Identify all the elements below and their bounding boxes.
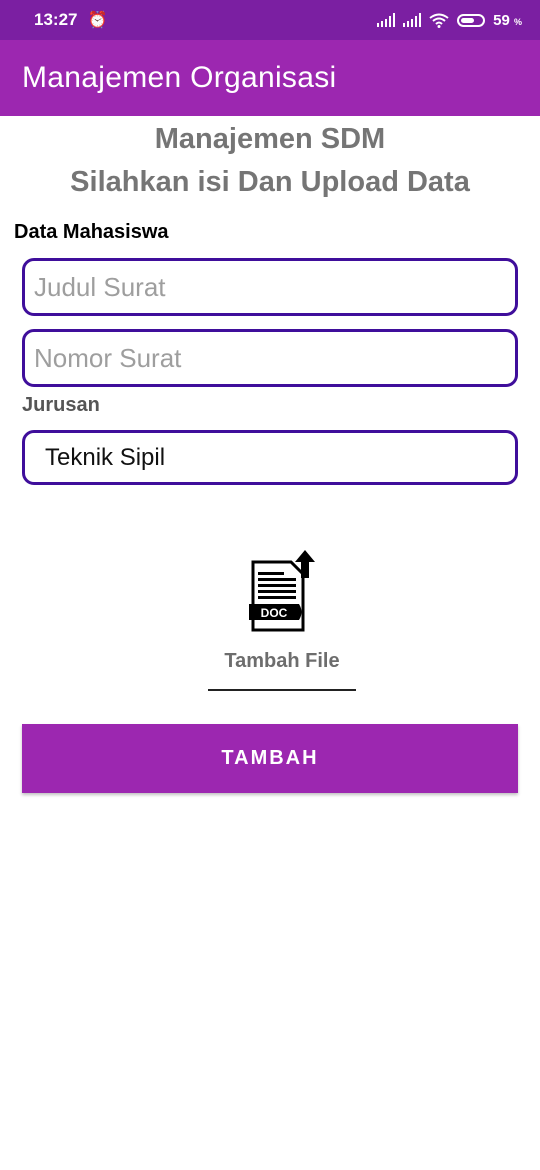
alarm-icon: ⏰ (87, 12, 108, 29)
tambah-button[interactable]: TAMBAH (22, 724, 518, 793)
tambah-file-underline (208, 689, 356, 691)
section-label: Data Mahasiswa (14, 221, 169, 243)
tambah-file-button[interactable]: Tambah File (208, 650, 356, 673)
doc-upload-icon[interactable]: DOC (247, 548, 317, 634)
doc-label: DOC (261, 606, 288, 620)
status-bar: 13:27 ⏰ 59 % (0, 0, 540, 40)
app-bar: Manajemen Organisasi (0, 40, 540, 116)
jurusan-select[interactable]: Teknik Sipil (22, 430, 518, 485)
judul-surat-placeholder: Judul Surat (34, 271, 166, 302)
signal-icon-2 (403, 13, 422, 27)
nomor-surat-input[interactable]: Nomor Surat (22, 329, 518, 387)
jurusan-label: Jurusan (22, 394, 100, 416)
nomor-surat-placeholder: Nomor Surat (34, 342, 182, 373)
jurusan-value: Teknik Sipil (45, 443, 166, 471)
page-title: Manajemen SDM (154, 123, 386, 155)
judul-surat-input[interactable]: Judul Surat (22, 258, 518, 316)
status-icons: 59 % (377, 12, 522, 29)
wifi-icon (429, 13, 449, 28)
page-subtitle: Silahkan isi Dan Upload Data (70, 166, 470, 198)
app-title: Manajemen Organisasi (22, 61, 337, 94)
battery-icon (457, 13, 486, 27)
battery-level: 59 % (493, 11, 522, 29)
status-time: 13:27 (34, 10, 78, 29)
signal-icon (377, 13, 396, 27)
